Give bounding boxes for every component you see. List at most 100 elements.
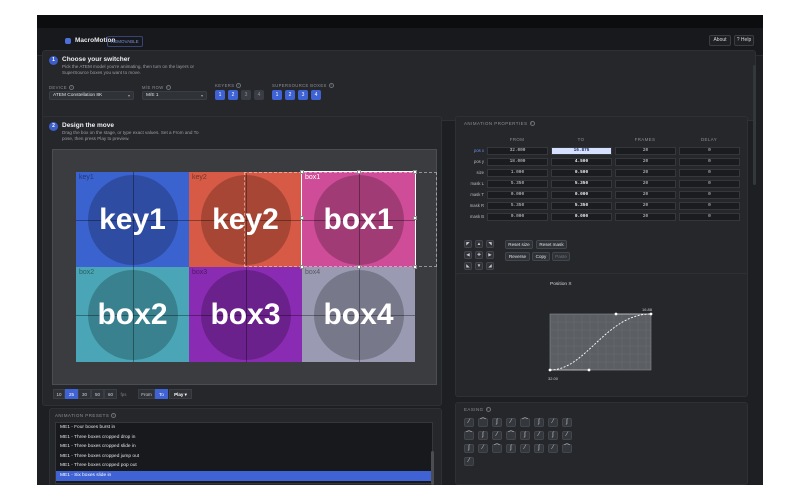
- easing-curve-icon[interactable]: ∫: [562, 418, 572, 427]
- ss-box-4-toggle[interactable]: 4: [311, 90, 321, 100]
- reset-mask-button[interactable]: Reset mask: [536, 240, 567, 249]
- property-delay-field[interactable]: 0: [679, 169, 740, 177]
- fps-10[interactable]: 10: [53, 389, 65, 399]
- easing-curve-icon[interactable]: ⌒: [506, 431, 516, 440]
- easing-curve-icon[interactable]: ⌒: [478, 418, 488, 427]
- reset-size-button[interactable]: Reset size: [505, 240, 533, 249]
- reverse-button[interactable]: Reverse: [505, 252, 530, 261]
- property-frames-field[interactable]: 20: [615, 158, 676, 166]
- easing-curve-icon[interactable]: ⌒: [492, 444, 502, 453]
- easing-curve-icon[interactable]: ⁄: [548, 444, 558, 453]
- property-from-field[interactable]: 5.350: [487, 202, 548, 210]
- resize-handle[interactable]: [413, 170, 417, 174]
- about-button[interactable]: About: [709, 35, 731, 46]
- easing-curve-icon[interactable]: ⁄: [562, 431, 572, 440]
- info-icon[interactable]: i: [485, 407, 491, 413]
- info-icon[interactable]: i: [111, 413, 117, 419]
- property-to-field[interactable]: 5.350: [551, 180, 612, 188]
- property-to-field[interactable]: 0.000: [551, 213, 612, 221]
- mix-row-select[interactable]: M/E 1 ▾: [142, 91, 207, 100]
- easing-curve-icon[interactable]: ⁄: [506, 418, 516, 427]
- property-frames-field[interactable]: 20: [615, 180, 676, 188]
- preset-item[interactable]: ME1 - Four boxes burst in: [56, 423, 432, 433]
- help-button[interactable]: ? Help: [734, 35, 754, 46]
- preset-item[interactable]: ME1 - Three boxes cropped drop in: [56, 433, 432, 443]
- property-frames-field[interactable]: 20: [615, 213, 676, 221]
- easing-curve-icon[interactable]: ⁄: [534, 431, 544, 440]
- keyer-4-toggle[interactable]: 4: [254, 90, 264, 100]
- fps-50[interactable]: 50: [91, 389, 104, 399]
- easing-curve-icon[interactable]: ⌒: [562, 444, 572, 453]
- easing-curve-icon[interactable]: ⁄: [464, 418, 474, 427]
- easing-curve-icon[interactable]: ∫: [534, 444, 544, 453]
- property-from-field[interactable]: 32.000: [487, 147, 548, 155]
- property-to-field[interactable]: 5.350: [551, 202, 612, 210]
- nudge-up-left-icon[interactable]: ◤: [464, 240, 472, 248]
- keyer-1-toggle[interactable]: 1: [215, 90, 225, 100]
- info-icon[interactable]: i: [529, 121, 535, 127]
- easing-curve-icon[interactable]: ⁄: [520, 444, 530, 453]
- resize-handle[interactable]: [300, 216, 304, 220]
- easing-curve-icon[interactable]: ⌒: [520, 418, 530, 427]
- nudge-up-right-icon[interactable]: ◥: [486, 240, 494, 248]
- info-icon[interactable]: i: [69, 85, 74, 91]
- to-button[interactable]: To: [155, 389, 168, 399]
- play-button[interactable]: Play ▾: [169, 389, 192, 399]
- easing-curve-icon[interactable]: ∫: [506, 444, 516, 453]
- property-to-field[interactable]: 0.000: [551, 191, 612, 199]
- info-icon[interactable]: i: [236, 83, 242, 89]
- easing-curve-icon[interactable]: ⁄: [478, 444, 488, 453]
- layer-box2[interactable]: box2 box2: [76, 267, 189, 362]
- paste-button[interactable]: Paste: [552, 252, 570, 261]
- layer-box3[interactable]: box3 box3: [189, 267, 302, 362]
- ss-box-3-toggle[interactable]: 3: [298, 90, 308, 100]
- presets-list[interactable]: ME1 - Four boxes burst in ME1 - Three bo…: [55, 422, 433, 484]
- nudge-down-right-icon[interactable]: ◢: [486, 262, 494, 270]
- property-to-field[interactable]: 4.500: [551, 158, 612, 166]
- resize-handle[interactable]: [413, 265, 417, 269]
- easing-curve-icon[interactable]: ⌒: [464, 431, 474, 440]
- resize-handle[interactable]: [357, 170, 361, 174]
- resize-handle[interactable]: [413, 216, 417, 220]
- fps-25[interactable]: 25: [65, 389, 78, 399]
- keyer-2-toggle[interactable]: 2: [228, 90, 238, 100]
- resize-handle[interactable]: [300, 265, 304, 269]
- property-from-field[interactable]: 18.000: [487, 158, 548, 166]
- info-icon[interactable]: i: [328, 83, 334, 89]
- easing-curve-icon[interactable]: ⁄: [548, 418, 558, 427]
- property-delay-field[interactable]: 0: [679, 158, 740, 166]
- easing-curve-icon[interactable]: ⁄: [464, 457, 474, 466]
- resize-handle[interactable]: [357, 265, 361, 269]
- fps-60[interactable]: 60: [104, 389, 117, 399]
- property-from-field[interactable]: 5.350: [487, 180, 548, 188]
- presets-scrollbar[interactable]: [431, 451, 434, 485]
- nudge-down-icon[interactable]: ▼: [475, 262, 483, 270]
- easing-curve-icon[interactable]: ∫: [492, 418, 502, 427]
- resize-handle[interactable]: [300, 170, 304, 174]
- layer-box4[interactable]: box4 box4: [302, 267, 415, 362]
- ss-box-2-toggle[interactable]: 2: [285, 90, 295, 100]
- preset-item[interactable]: ME1 - Three boxes cropped slide in: [56, 442, 432, 452]
- copy-button[interactable]: Copy: [532, 252, 550, 261]
- keyer-3-toggle[interactable]: 3: [241, 90, 251, 100]
- info-icon[interactable]: i: [165, 85, 171, 91]
- fps-30[interactable]: 30: [78, 389, 91, 399]
- from-button[interactable]: From: [138, 389, 155, 399]
- nudge-down-left-icon[interactable]: ◣: [464, 262, 472, 270]
- property-from-field[interactable]: 1.000: [487, 169, 548, 177]
- easing-curve-icon[interactable]: ∫: [534, 418, 544, 427]
- easing-curve-icon[interactable]: ∫: [520, 431, 530, 440]
- main-scrollbar[interactable]: [753, 65, 756, 185]
- property-delay-field[interactable]: 0: [679, 191, 740, 199]
- easing-curve-graph[interactable]: [546, 289, 666, 379]
- preset-item[interactable]: ME1 - Three boxes cropped pop out: [56, 461, 432, 471]
- property-from-field[interactable]: 0.000: [487, 191, 548, 199]
- property-from-field[interactable]: 0.000: [487, 213, 548, 221]
- property-delay-field[interactable]: 0: [679, 202, 740, 210]
- nudge-right-icon[interactable]: ▶: [486, 251, 494, 259]
- ss-box-1-toggle[interactable]: 1: [272, 90, 282, 100]
- property-delay-field[interactable]: 0: [679, 213, 740, 221]
- nudge-up-icon[interactable]: ▲: [475, 240, 483, 248]
- nudge-left-icon[interactable]: ◀: [464, 251, 472, 259]
- nudge-center-icon[interactable]: ✚: [475, 251, 483, 259]
